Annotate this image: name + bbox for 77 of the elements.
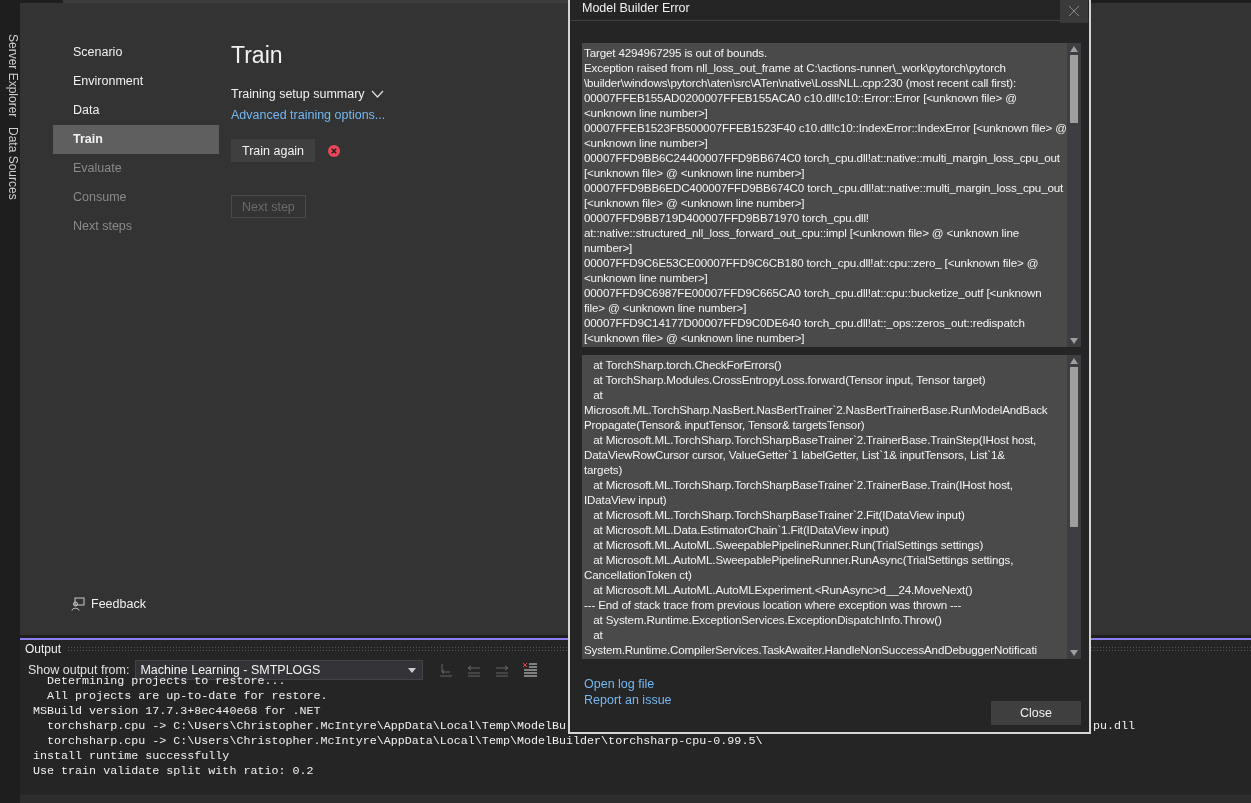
message-line: <unknown line number>] (584, 270, 708, 285)
dropdown-caret-icon[interactable] (408, 667, 417, 673)
chevron-down-icon[interactable] (370, 90, 384, 98)
feedback-icon[interactable] (71, 597, 85, 611)
nav-item[interactable]: Scenario (53, 38, 219, 67)
message-line: 00007FFD9BB6EDC400007FFD9BB674C0 torch_cpu.dll!at::native::multi_margin_loss_cpu_out (584, 180, 1064, 195)
stack-line: at (592, 627, 603, 642)
dialog-title: Model Builder Error (582, 1, 690, 15)
message-line: Target 4294967295 is out of bounds. (584, 45, 767, 60)
stack-line: System.Runtime.CompilerServices.TaskAwaiter.HandleNonSuccessAndDebuggerNotificati (584, 642, 1037, 657)
close-icon[interactable] (1069, 5, 1079, 16)
stack-line: Propagate(Tensor& inputTensor, Tensor& targetsTensor) (584, 417, 865, 432)
scrollbar-thumb[interactable] (1070, 55, 1078, 123)
stack-line: IDataView input) (584, 492, 667, 507)
message-line: at::native::structured_nll_loss_forward_out_cpu::impl [<unknown file> @ <unknown line (584, 225, 1019, 240)
message-line: 00007FFD9C14177D00007FFD9C0DE640 torch_cpu.dll!at::_ops::zeros_out::redispatch (584, 315, 1025, 330)
scroll-up-icon[interactable] (1070, 358, 1078, 364)
message-line: number>] (584, 240, 633, 255)
dialog-link[interactable]: Open log file (584, 676, 672, 692)
stack-line: at Microsoft.ML.TorchSharp.TorchSharpBaseTrainer`2.TrainerBase.Train(IHost host, (592, 477, 1013, 492)
message-line: [<unknown file> @ <unknown line number>] (584, 330, 805, 345)
stack-line: at TorchSharp.Modules.CrossEntropyLoss.forward(Tensor input, Tensor target) (592, 372, 986, 387)
message-line: [<unknown file> @ <unknown line number>] (584, 165, 805, 180)
message-line: 00007FFD9C6E53CE00007FFD9C6CB180 torch_cpu.dll!at::cpu::zero_ [<unknown file> @ (584, 255, 1039, 270)
nav-item[interactable]: Data (53, 96, 219, 125)
source-label: Show output from: (28, 663, 130, 677)
message-line: Exception raised from nll_loss_out_frame at C:\actions-runner\_work\pytorch\pytorch (584, 60, 1006, 75)
side-tab[interactable]: Server Explorer (0, 34, 20, 118)
clear-all-icon[interactable] (522, 662, 539, 678)
stack-line: at Microsoft.ML.Data.EstimatorChain`1.Fit(IDataView input) (592, 522, 890, 537)
message-line: 00007FFD9C6987FE00007FFD9C665CA0 torch_cpu.dll!at::cpu::bucketize_outf [<unknown (584, 285, 1042, 300)
page-title: Train (231, 42, 284, 70)
message-line: 00007FFD9BB6C24400007FFD9BB674C0 torch_cpu.dll!at::native::multi_margin_loss_cpu_out (584, 150, 1060, 165)
output-line: torchsharp.cpu -> C:\Users\Christopher.McIntyre\AppData\Local\Temp\ModelBuilder\torchsharp-cpu-0.99.5\ (46, 734, 763, 749)
feedback-link[interactable]: Feedback (91, 597, 146, 611)
scroll-down-icon[interactable] (1070, 338, 1078, 344)
message-line: \builder\windows\pytorch\aten\src\ATen\native\LossNLL.cpp:230 (most recent call first): (584, 75, 1016, 90)
message-line: [<unknown file> @ <unknown line number>] (584, 195, 805, 210)
stack-line: at System.Runtime.ExceptionServices.ExceptionDispatchInfo.Throw() (592, 612, 942, 627)
train-again-button[interactable]: Train again (231, 139, 316, 162)
scroll-up-icon[interactable] (1070, 46, 1078, 52)
output-line: All projects are up-to-date for restore. (46, 689, 328, 704)
message-line: 00007FFEB155AD0200007FFEB155ACA0 c10.dll!c10::Error::Error [<unknown file> @ (584, 90, 1017, 105)
close-button[interactable] (1060, 0, 1088, 23)
message-line: 00007FFD9BB719D400007FFD9BB71970 torch_cpu.dll! (584, 210, 869, 225)
side-tab[interactable]: Data Sources (0, 127, 20, 201)
summary-toggle[interactable]: Training setup summary (231, 87, 365, 101)
message-line: file> @ <unknown line number>] (584, 300, 747, 315)
stack-line: at TorchSharp.torch.CheckForErrors() (592, 357, 782, 372)
output-line: MSBuild version 17.7.3+8ec440e68 for .NET (33, 704, 321, 719)
scrollbar[interactable] (1067, 355, 1081, 659)
stack-line: at Microsoft.ML.TorchSharp.TorchSharpBaseTrainer`2.Fit(IDataView input) (592, 507, 965, 522)
stack-line: CancellationToken ct) (584, 567, 692, 582)
nav-item[interactable]: Environment (53, 67, 219, 96)
output-line: install runtime successfully (33, 749, 230, 764)
stack-line: at Microsoft.ML.AutoML.AutoMLExperiment.<RunAsync>d__24.MoveNext() (592, 582, 973, 597)
message-line: <unknown line number>] (584, 135, 708, 150)
message-line: <unknown line number>] (584, 105, 708, 120)
output-line: pu.dll (1093, 719, 1136, 734)
stack-line: at Microsoft.ML.AutoML.SweepablePipelineRunner.Run(TrialSettings settings) (592, 537, 984, 552)
scroll-down-icon[interactable] (1070, 650, 1078, 656)
advanced-options-link[interactable]: Advanced training options... (231, 108, 386, 122)
output-line: Use train validate split with ratio: 0.2 (33, 764, 314, 779)
stack-line: targets) (584, 462, 623, 477)
message-line: 00007FFEB1523FB500007FFEB1523F40 c10.dll!c10::IndexError::IndexError [<unknown file> @ (584, 120, 1067, 135)
stack-line: --- End of stack trace from previous location where exception was thrown --- (584, 597, 962, 612)
scrollbar[interactable] (1067, 43, 1081, 347)
output-title: Output (25, 642, 62, 656)
stack-line: at Microsoft.ML.TorchSharp.TorchSharpBaseTrainer`2.TrainerBase.TrainStep(IHost host, (592, 432, 1037, 447)
nav-item[interactable]: Train (53, 125, 219, 154)
close-button[interactable]: Close (991, 701, 1081, 725)
dialog-link[interactable]: Report an issue (584, 692, 672, 708)
stack-line: Microsoft.ML.TorchSharp.NasBert.NasBertTrainer`2.NasBertTrainerBase.RunModelAndBack (584, 402, 1048, 417)
stack-line: at (592, 387, 603, 402)
scrollbar-thumb[interactable] (1070, 367, 1078, 527)
stack-line: at Microsoft.ML.AutoML.SweepablePipelineRunner.RunAsync(TrialSettings settings, (592, 552, 1014, 567)
stack-line: DataViewRowCursor cursor, ValueGetter`1 labelGetter, List`1& inputTensors, List`1& (584, 447, 1005, 462)
